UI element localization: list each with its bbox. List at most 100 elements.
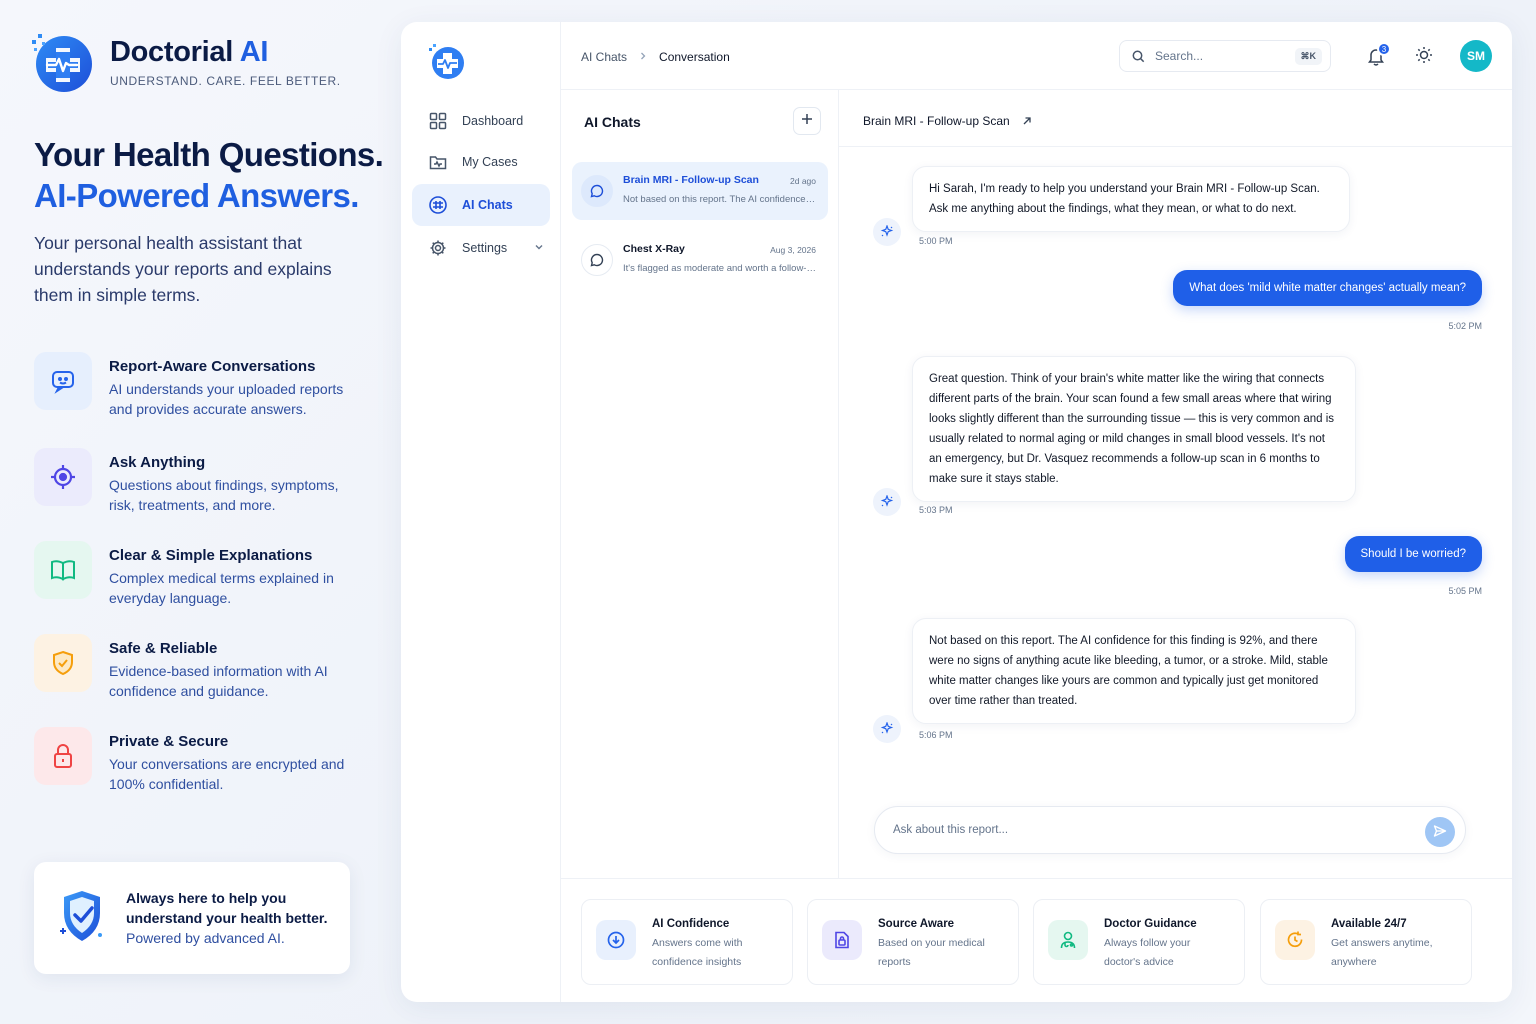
feature-cards-bar: AI Confidence Answers come with confiden… [561,878,1512,1002]
card-ai-confidence: AI Confidence Answers come with confiden… [581,899,793,985]
card-title: Source Aware [878,918,955,930]
sidebar-item-label: Settings [462,241,508,255]
sparkle-icon [873,715,901,743]
lock-icon [34,727,92,785]
brand: Doctorial AI UNDERSTAND. CARE. FEEL BETT… [30,30,341,94]
feature-description: Your conversations are encrypted and 100… [109,756,345,792]
card-title: Doctor Guidance [1104,918,1197,930]
document-lock-icon [822,920,862,960]
sidebar-nav: Dashboard My Cases AI Chats Settings [401,22,561,1002]
divider [839,146,1512,147]
user-message: Should I be worried? [1344,536,1482,572]
chat-bubble-icon [581,244,613,276]
feature-title: Ask Anything [109,454,206,471]
book-icon [34,541,92,599]
chevron-right-icon [639,50,647,64]
chat-preview: Not based on this report. The AI confide… [623,194,817,205]
folder-icon [428,152,448,172]
sidebar-item-dashboard[interactable]: Dashboard [412,100,550,142]
sparkle-icon [873,218,901,246]
chat-bubble-icon [581,175,613,207]
chat-date: 2d ago [790,176,816,186]
feature-description: AI understands your uploaded reports and… [109,381,344,417]
chevron-down-icon[interactable] [534,241,544,255]
sun-icon[interactable] [1415,46,1433,69]
ai-chat-icon [428,195,448,215]
hero-heading: Your Health Questions. AI-Powered Answer… [34,134,394,216]
shield-check-icon [34,634,92,692]
feature-title: Safe & Reliable [109,640,218,657]
external-link-icon[interactable] [1022,116,1032,126]
chat-list-panel: AI Chats Brain MRI - Follow-up Scan 2d a… [561,90,839,878]
search-icon [1132,50,1145,63]
app-logo-icon[interactable] [427,42,467,82]
clock-icon [1275,920,1315,960]
card-title: Available 24/7 [1331,918,1407,930]
breadcrumb-ai-chats[interactable]: AI Chats [581,50,627,64]
plus-icon [801,112,813,130]
hero-line-1: Your Health Questions. [34,136,384,173]
feature-title: Clear & Simple Explanations [109,547,313,564]
new-chat-button[interactable] [793,107,821,135]
sidebar-item-ai-chats[interactable]: AI Chats [412,184,550,226]
brand-name: Doctorial AI [110,36,269,68]
card-description: Answers come with confidence insights [652,937,743,968]
feature-title: Private & Secure [109,733,229,750]
card-title: AI Confidence [652,918,730,930]
chat-list-item[interactable]: Brain MRI - Follow-up Scan 2d ago Not ba… [572,162,828,220]
feature-description: Questions about findings, symptoms, risk… [109,477,339,513]
assistant-message: Not based on this report. The AI confide… [912,618,1356,724]
feature-ask-anything: Ask Anything Questions about findings, s… [34,448,364,515]
feature-private-secure: Private & Secure Your conversations are … [34,727,364,794]
user-message: What does 'mild white matter changes' ac… [1173,270,1482,306]
search-shortcut: ⌘K [1294,48,1322,65]
feature-safe-reliable: Safe & Reliable Evidence-based informati… [34,634,364,701]
conversation-title: Brain MRI - Follow-up Scan [863,114,1032,128]
target-icon [34,448,92,506]
help-line-2: understand your health better. [126,910,328,926]
card-available-24-7: Available 24/7 Get answers anytime, anyw… [1260,899,1472,985]
brand-tagline: UNDERSTAND. CARE. FEEL BETTER. [110,74,341,88]
message-input-placeholder: Ask about this report... [893,824,1009,836]
breadcrumb-conversation: Conversation [659,50,730,64]
sidebar-item-label: Dashboard [462,114,524,128]
download-circle-icon [596,920,636,960]
assistant-message: Great question. Think of your brain's wh… [912,356,1356,502]
card-source-aware: Source Aware Based on your medical repor… [807,899,1019,985]
help-card: Always here to help you understand your … [34,862,350,974]
search-input[interactable]: Search... ⌘K [1119,40,1331,72]
send-button[interactable] [1425,817,1455,847]
marketing-panel: Doctorial AI UNDERSTAND. CARE. FEEL BETT… [0,0,390,1024]
sidebar-item-label: My Cases [462,155,518,169]
chat-preview: It's flagged as moderate and worth a fol… [623,263,817,274]
shield-check-icon [56,887,106,950]
chat-list-item[interactable]: Chest X-Ray Aug 3, 2026 It's flagged as … [572,231,828,289]
card-doctor-guidance: Doctor Guidance Always follow your docto… [1033,899,1245,985]
feature-description: Evidence-based information with AI confi… [109,663,328,699]
help-line-3: Powered by advanced AI. [126,930,285,946]
grid-icon [428,111,448,131]
card-description: Based on your medical reports [878,937,985,968]
sidebar-item-label: AI Chats [462,198,513,212]
gear-icon [428,238,448,258]
hero-line-2: AI-Powered Answers. [34,177,359,214]
top-bar: AI Chats Conversation Search... ⌘K 3 SM [561,22,1512,90]
chat-list-title: AI Chats [584,114,641,130]
sidebar-item-settings[interactable]: Settings [412,227,550,269]
hero-description: Your personal health assistant that unde… [34,233,332,305]
message-time: 5:03 PM [919,505,953,515]
sidebar-item-my-cases[interactable]: My Cases [412,141,550,183]
search-placeholder: Search... [1155,49,1204,63]
message-input[interactable]: Ask about this report... [874,806,1466,854]
message-time: 5:00 PM [919,236,953,246]
assistant-message: Hi Sarah, I'm ready to help you understa… [912,166,1350,232]
app-window: Dashboard My Cases AI Chats Settings AI … [401,22,1512,1002]
help-line-1: Always here to help you [126,890,287,906]
chat-date: Aug 3, 2026 [770,245,816,255]
card-description: Get answers anytime, anywhere [1331,937,1433,968]
card-description: Always follow your doctor's advice [1104,937,1191,968]
conversation-panel: Brain MRI - Follow-up Scan Hi Sarah, I'm… [839,90,1512,878]
message-time: 5:02 PM [1448,321,1482,331]
feature-clear-explanations: Clear & Simple Explanations Complex medi… [34,541,364,608]
avatar[interactable]: SM [1460,40,1492,72]
